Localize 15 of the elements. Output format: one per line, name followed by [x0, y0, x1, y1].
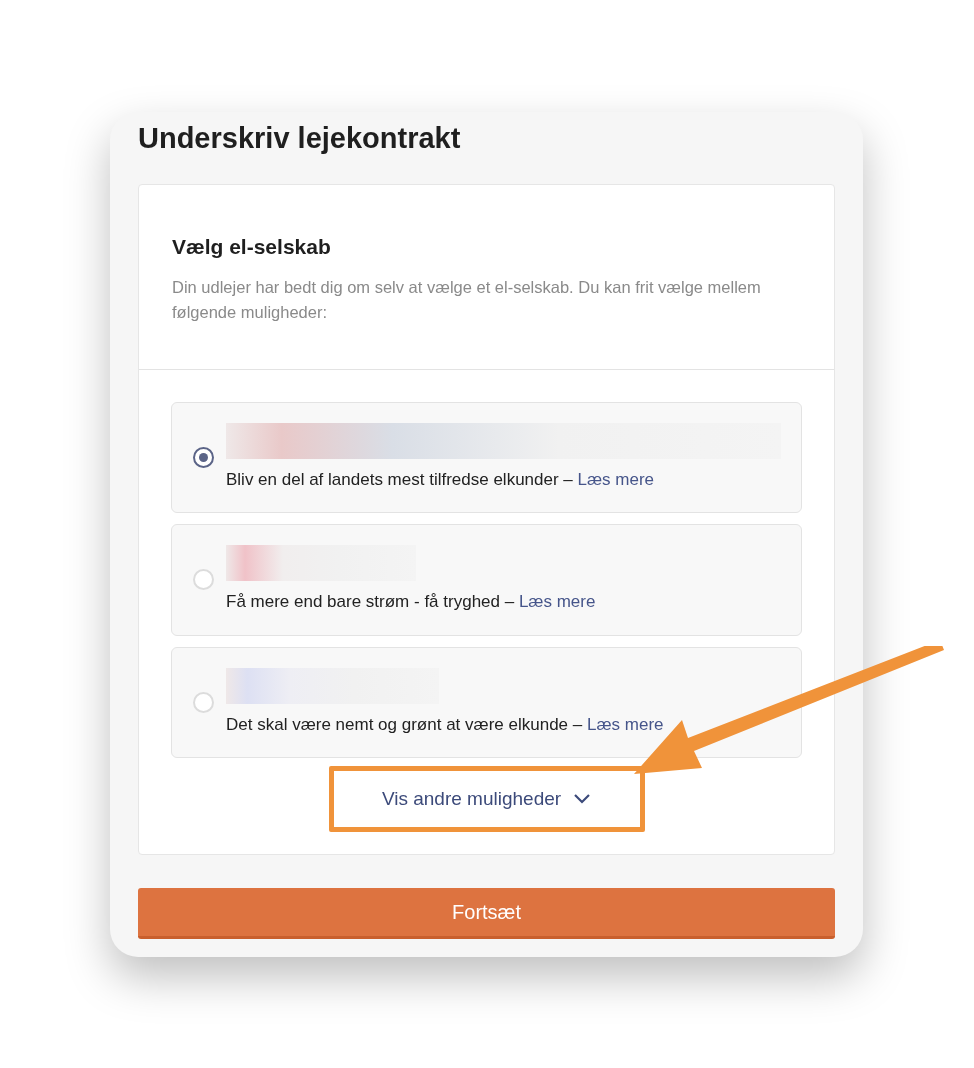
section-title: Vælg el-selskab	[172, 234, 332, 260]
read-more-link[interactable]: Læs mere	[577, 469, 655, 489]
page-title: Underskriv lejekontrakt	[138, 121, 462, 156]
option-description: Få mere end bare strøm - få tryghed – Læs mere	[226, 591, 596, 613]
radio-button[interactable]	[193, 446, 214, 468]
option-description: Bliv en del af landets mest tilfredse elkunder – Læs mere	[226, 468, 656, 491]
chevron-down-icon	[573, 793, 592, 805]
option-description: Det skal være nemt og grønt at være elkunde – Læs mere	[226, 713, 664, 736]
provider-option[interactable]: Få mere end bare strøm - få tryghed – Læs mere	[171, 524, 802, 636]
provider-option[interactable]: Bliv en del af landets mest tilfredse elkunder – Læs mere	[171, 401, 802, 513]
show-more-button[interactable]: Vis andre muligheder	[381, 784, 592, 814]
provider-option[interactable]: Det skal være nemt og grønt at være elkunde – Læs mere	[171, 646, 802, 758]
section-description: Din udlejer har bedt dig om selv at vælge et el-selskab. Du kan frit vælge mellem følgende muligheder:	[172, 276, 762, 323]
read-more-link[interactable]: Læs mere	[586, 714, 664, 734]
read-more-link[interactable]: Læs mere	[518, 592, 596, 611]
